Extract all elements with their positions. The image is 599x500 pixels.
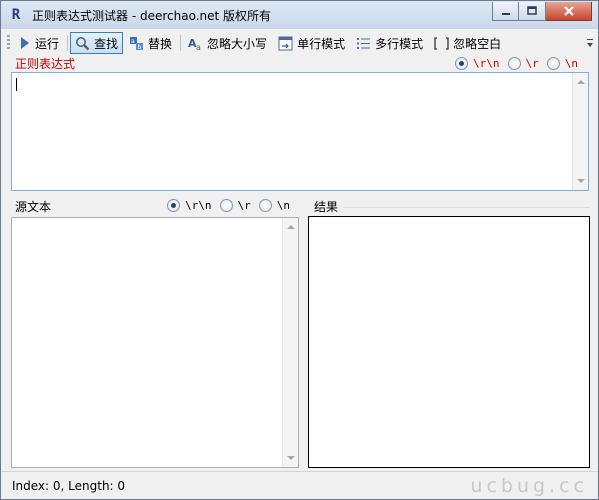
single-line-icon [278,36,293,50]
title-bar[interactable]: R 正则表达式测试器 - deerchao.net 版权所有 [1,1,598,29]
single-line-button-label: 单行模式 [297,36,346,51]
replace-button[interactable]: ab 替换 [124,32,177,54]
multi-line-icon [357,37,371,49]
text-caret [16,78,17,91]
toolbar-grip[interactable] [7,35,10,51]
watermark: ucbug.cc [470,475,588,497]
radio-label: \r [525,57,539,70]
svg-text:b: b [138,44,142,51]
result-label: 结果 [314,200,339,214]
status-text: Index: 0, Length: 0 [12,478,126,493]
replace-icon: ab [130,36,144,51]
window-controls [492,2,592,21]
run-button-label: 运行 [35,36,60,51]
find-button-label: 查找 [94,36,119,51]
toolbar-separator [180,35,182,51]
close-icon [563,6,574,16]
minimize-button[interactable] [492,2,519,21]
toolbar: 运行 查找 ab 替换 Aa 忽略大小写 单行模式 多行模式 忽略空白 [5,31,594,55]
regex-label: 正则表达式 [15,57,76,71]
app-window: R 正则表达式测试器 - deerchao.net 版权所有 运行 查找 a b… [0,0,599,500]
source-label: 源文本 [15,200,52,214]
source-newline-crlf-option[interactable]: \r\n [167,199,212,212]
maximize-icon [527,6,537,15]
toolbar-separator [67,35,69,51]
radio-button[interactable] [258,199,272,212]
radio-selected-dot [171,203,176,208]
regex-input[interactable] [11,72,589,191]
find-button[interactable]: 查找 [70,32,124,54]
source-newline-lf-option[interactable]: \n [258,199,290,212]
regex-newline-cr-option[interactable]: \r [507,57,539,70]
maximize-button[interactable] [519,2,546,21]
scroll-up-icon[interactable] [287,225,295,229]
radio-selected-dot [459,61,464,66]
radio-button[interactable] [455,57,468,70]
app-icon: R [11,7,21,23]
multi-line-button-label: 多行模式 [375,36,424,51]
run-button[interactable]: 运行 [14,32,64,54]
scroll-up-icon[interactable] [577,80,585,84]
close-button[interactable] [546,2,592,21]
replace-button-label: 替换 [148,36,173,51]
source-newline-options: \r\n \r \n [159,199,290,212]
source-text-input[interactable] [11,217,299,468]
window-title: 正则表达式测试器 - deerchao.net 版权所有 [32,8,272,23]
regex-newline-options: \r\n \r \n [447,57,578,70]
panel-splitter[interactable] [301,197,305,469]
radio-label: \n [564,57,578,70]
multi-line-button[interactable]: 多行模式 [351,32,428,54]
radio-label: \n [276,199,290,212]
result-panel[interactable] [308,216,590,468]
ignore-case-button[interactable]: Aa 忽略大小写 [183,32,272,54]
regex-newline-lf-option[interactable]: \n [546,57,578,70]
svg-text:a: a [196,43,201,51]
single-line-button[interactable]: 单行模式 [273,32,350,54]
regex-newline-crlf-option[interactable]: \r\n [455,57,500,70]
source-newline-cr-option[interactable]: \r [219,199,251,212]
svg-text:a: a [131,38,135,45]
toolbar-overflow-icon[interactable] [586,37,594,51]
radio-button[interactable] [546,57,560,70]
regex-scrollbar[interactable] [572,73,588,190]
radio-label: \r [237,199,251,212]
ignore-whitespace-button-label: 忽略空白 [453,36,502,51]
ignore-case-button-label: 忽略大小写 [207,36,268,51]
radio-label: \r\n [473,57,500,70]
radio-button[interactable] [219,199,233,212]
result-group-line [343,207,590,208]
scroll-down-icon[interactable] [287,456,295,460]
radio-label: \r\n [185,199,212,212]
minimize-icon [501,13,510,15]
radio-button[interactable] [167,199,180,212]
whitespace-icon [434,36,449,50]
scroll-down-icon[interactable] [577,179,585,183]
source-scrollbar[interactable] [282,218,298,467]
ignore-whitespace-button[interactable]: 忽略空白 [429,32,506,54]
play-icon [21,37,29,49]
radio-button[interactable] [507,57,521,70]
search-icon [76,36,90,50]
case-icon: Aa [188,37,201,51]
